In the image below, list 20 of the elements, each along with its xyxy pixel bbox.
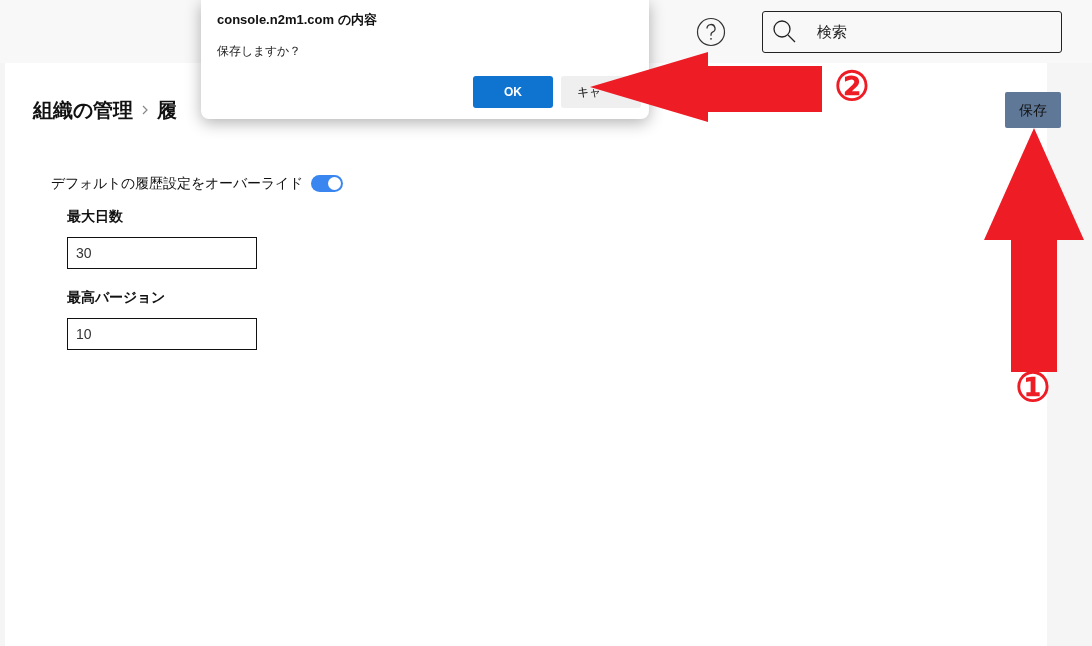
input-field[interactable]: 10 bbox=[67, 318, 257, 350]
field-label: 最高バージョン bbox=[67, 288, 166, 307]
input-field[interactable]: 30 bbox=[67, 237, 257, 269]
save-button[interactable]: 保存 bbox=[1005, 92, 1061, 128]
toggle-switch[interactable] bbox=[311, 175, 343, 192]
help-icon[interactable] bbox=[696, 16, 726, 47]
dialog-message: 保存しますか？ bbox=[217, 42, 302, 60]
dialog-title: console.n2m1.com の内容 bbox=[217, 11, 378, 29]
breadcrumb-item: 履 bbox=[157, 98, 177, 123]
ok-button[interactable]: OK bbox=[473, 75, 553, 108]
arrow-icon bbox=[984, 128, 1084, 372]
override-label: デフォルトの履歴設定をオーバーライド bbox=[51, 174, 303, 193]
search-field[interactable]: 検索 bbox=[762, 10, 1062, 53]
step-number: ① bbox=[1015, 367, 1051, 407]
breadcrumb-item[interactable]: 組織の管理 bbox=[33, 95, 133, 125]
field-label: 最大日数 bbox=[67, 207, 124, 226]
chevron-icon bbox=[141, 104, 149, 116]
step-number: ② bbox=[834, 66, 870, 106]
search-icon bbox=[772, 18, 798, 45]
arrow-icon bbox=[590, 52, 822, 122]
